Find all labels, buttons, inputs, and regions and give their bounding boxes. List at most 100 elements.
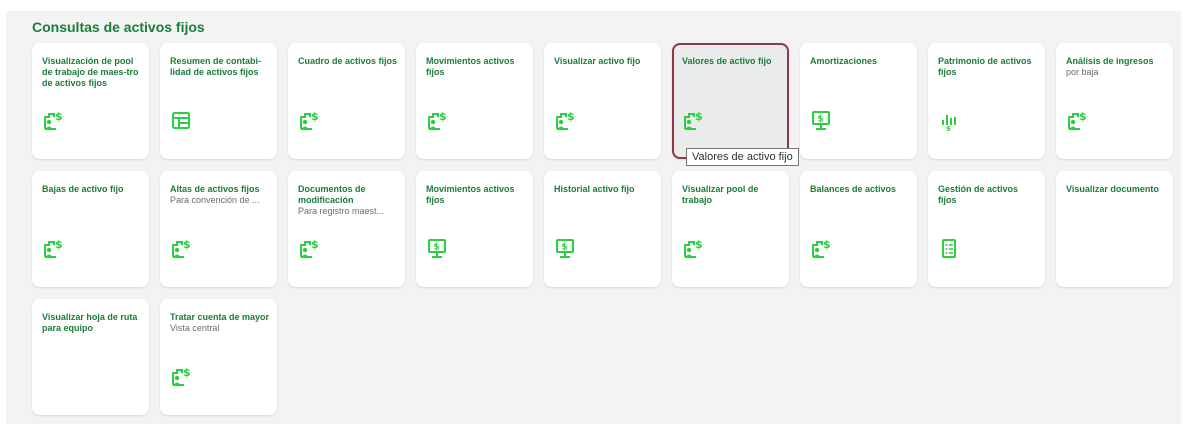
tile-title: Amortizaciones [810,56,910,67]
svg-text:$: $ [818,115,824,125]
asset-money-icon: $ [682,237,704,259]
svg-text:$: $ [183,366,191,379]
tile-title-text: Balances de activos [810,184,897,194]
monitor-money-icon: $ [554,237,576,259]
tile-title: Patrimonio de activos fijos [938,56,1038,78]
tile-title-text: Visualizar hoja de ruta para equipo [42,312,138,333]
monitor-money-icon: $ [426,237,448,259]
tile-title: Bajas de activo fijo [42,184,142,195]
app-tile[interactable]: Movimientos activos fijos $ [416,43,533,159]
tile-title: Tratar cuenta de mayor Vista central [170,312,270,334]
asset-money-icon: $ [170,237,192,259]
svg-text:$: $ [183,238,191,251]
dashboard-icon [170,109,192,131]
asset-money-icon: $ [42,109,64,131]
app-tile[interactable]: Amortizaciones $ [800,43,917,159]
tile-title: Visualizar hoja de ruta para equipo [42,312,142,334]
money-chart-icon: $ [938,109,960,133]
app-tile[interactable]: Gestión de activos fijos [928,171,1045,287]
tile-title-text: Tratar cuenta de mayor [170,312,270,322]
svg-text:$: $ [695,110,703,123]
tile-title-text: Amortizaciones [810,56,878,66]
svg-text:$: $ [1079,110,1087,123]
asset-money-icon: $ [170,365,192,387]
asset-money-icon: $ [298,109,320,131]
asset-money-icon: $ [682,109,704,131]
app-tile[interactable]: Visualizar documento [1056,171,1173,287]
app-tile[interactable]: Visualizar activo fijo $ [544,43,661,159]
tile-title-text: Análisis de ingresos [1066,56,1154,66]
tile-title: Resumen de contabi-lidad de activos fijo… [170,56,270,78]
tile-title: Gestión de activos fijos [938,184,1038,206]
app-tile[interactable]: Historial activo fijo $ [544,171,661,287]
tooltip: Valores de activo fijo [686,148,799,166]
asset-money-icon: $ [554,109,576,131]
tile-title: Análisis de ingresos por baja [1066,56,1166,78]
app-tile[interactable]: Tratar cuenta de mayor Vista central $ [160,299,277,415]
app-tile[interactable]: Altas de activos fijos Para convención de… [160,171,277,287]
tile-title-text: Altas de activos fijos [170,184,260,194]
tile-title: Visualizar documento [1066,184,1166,195]
tile-title-text: Documentos de modificación [298,184,366,205]
svg-text:$: $ [823,238,831,251]
app-tile[interactable]: Visualizar hoja de ruta para equipo [32,299,149,415]
tile-title: Historial activo fijo [554,184,654,195]
asset-money-icon: $ [426,109,448,131]
tile-title: Visualizar pool de trabajo [682,184,782,206]
tile-title-text: Gestión de activos fijos [938,184,1019,205]
asset-money-icon: $ [1066,109,1088,131]
app-tile[interactable]: Análisis de ingresos por baja $ [1056,43,1173,159]
tile-title-text: Cuadro de activos fijos [298,56,398,66]
tile-title: Cuadro de activos fijos [298,56,398,67]
app-tile[interactable]: Visualizar pool de trabajo $ [672,171,789,287]
tile-subtitle: Para registro maest... [298,206,385,216]
app-tile[interactable]: Patrimonio de activos fijos $ [928,43,1045,159]
tile-title-text: Movimientos activos fijos [426,184,515,205]
svg-text:$: $ [562,243,568,253]
tile-title: Visualizar activo fijo [554,56,654,67]
tile-title: Documentos de modificación Para registro … [298,184,398,217]
tile-title-text: Visualización de pool de trabajo de maes… [42,56,139,88]
checklist-icon [938,237,960,259]
app-tile[interactable]: Resumen de contabi-lidad de activos fijo… [160,43,277,159]
monitor-money-icon: $ [810,109,832,131]
tile-subtitle: Para convención de ... [170,195,260,205]
tile-title-text: Patrimonio de activos fijos [938,56,1032,77]
tile-title-text: Resumen de contabi-lidad de activos fijo… [170,56,262,77]
app-tile[interactable]: Bajas de activo fijo $ [32,171,149,287]
svg-text:$: $ [434,243,440,253]
tile-title: Visualización de pool de trabajo de maes… [42,56,142,89]
tile-title-text: Bajas de activo fijo [42,184,124,194]
app-tile[interactable]: Documentos de modificación Para registro … [288,171,405,287]
svg-text:$: $ [695,238,703,251]
tile-title-text: Visualizar documento [1066,184,1159,194]
asset-money-icon: $ [42,237,64,259]
app-tile[interactable]: Valores de activo fijo $ [672,43,789,159]
section-title: Consultas de activos fijos [32,19,205,35]
tile-title: Altas de activos fijos Para convención de… [170,184,270,206]
svg-text:$: $ [311,238,319,251]
tile-title: Balances de activos [810,184,910,195]
app-tile[interactable]: Cuadro de activos fijos $ [288,43,405,159]
asset-money-icon: $ [810,237,832,259]
svg-text:$: $ [946,125,951,131]
app-tile[interactable]: Balances de activos $ [800,171,917,287]
tile-title-text: Valores de activo fijo [682,56,772,66]
tile-title-text: Visualizar activo fijo [554,56,641,66]
svg-text:$: $ [567,110,575,123]
svg-text:$: $ [311,110,319,123]
app-tile[interactable]: Movimientos activos fijos $ [416,171,533,287]
svg-text:$: $ [439,110,447,123]
tile-title: Movimientos activos fijos [426,184,526,206]
tile-subtitle: por baja [1066,67,1099,77]
svg-text:$: $ [55,110,63,123]
fixed-asset-queries-section: Consultas de activos fijos Visualización… [6,11,1181,424]
tile-title: Movimientos activos fijos [426,56,526,78]
tile-title-text: Historial activo fijo [554,184,635,194]
tile-subtitle: Vista central [170,323,220,333]
svg-text:$: $ [55,238,63,251]
tile-title-text: Visualizar pool de trabajo [682,184,759,205]
app-tile[interactable]: Visualización de pool de trabajo de maes… [32,43,149,159]
tile-title-text: Movimientos activos fijos [426,56,515,77]
tile-title: Valores de activo fijo [682,56,782,67]
